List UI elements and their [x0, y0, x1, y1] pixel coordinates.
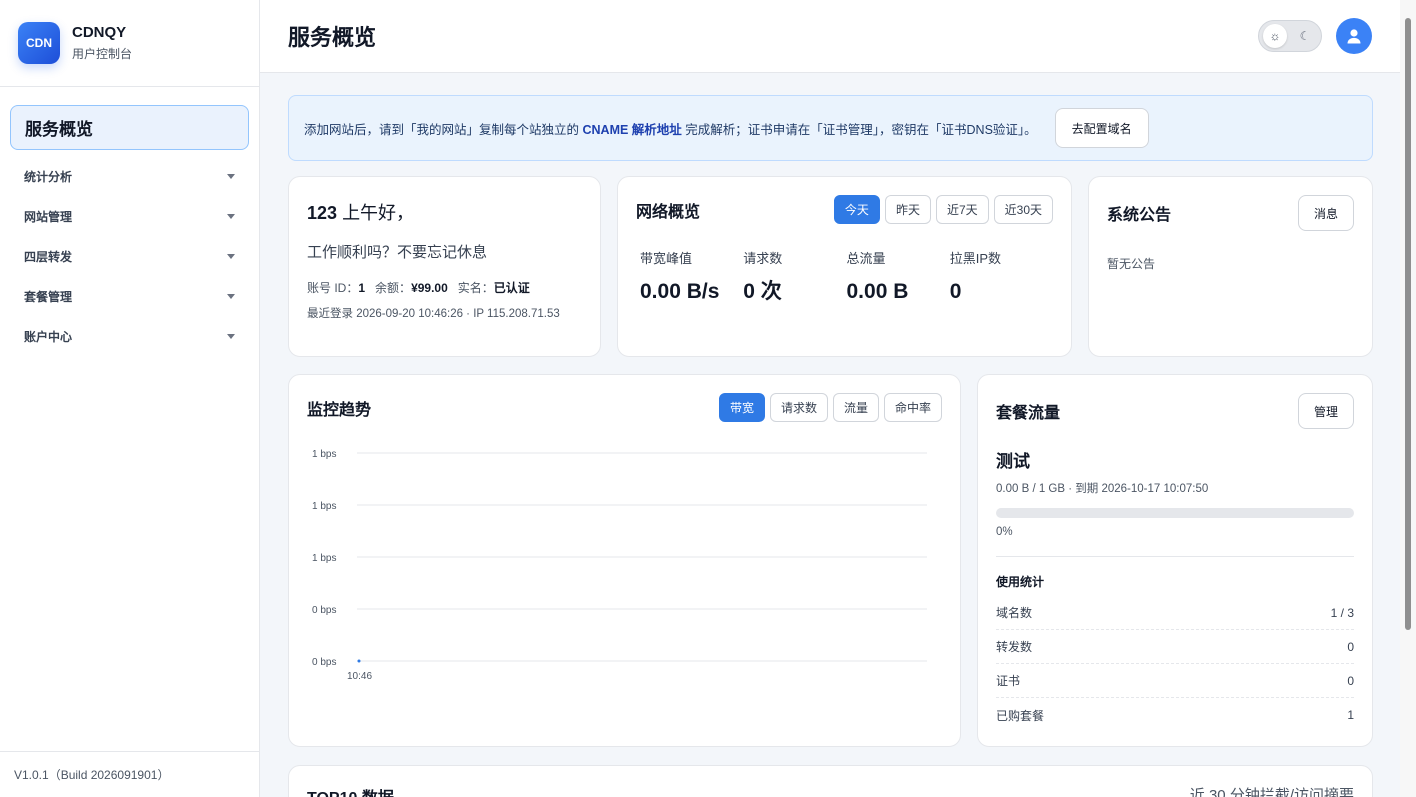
sidebar: CDN CDNQY 用户控制台 服务概览 统计分析 网站管理 四层转发 套餐管理…: [0, 0, 260, 797]
top10-title: TOP10 数据: [307, 784, 394, 797]
sidebar-item-overview[interactable]: 服务概览: [10, 105, 249, 150]
greeting-sub: 工作顺利吗？不要忘记休息: [307, 244, 488, 261]
announcement-card: 系统公告 消息 暂无公告: [1088, 176, 1373, 357]
package-name: 测试: [996, 452, 1030, 471]
sidebar-item-label: 网站管理: [24, 209, 73, 224]
top10-card: TOP10 数据 近 30 分钟拦截/访问摘要: [288, 765, 1373, 797]
sidebar-item-statistics[interactable]: 统计分析: [10, 156, 249, 196]
welcome-card: 123 上午好， 工作顺利吗？不要忘记休息 账号 ID：1 余额：¥99.00 …: [288, 176, 601, 357]
username: 123: [307, 203, 338, 223]
user-icon: [1347, 29, 1361, 44]
stat-requests: 请求数 0 次: [743, 251, 783, 303]
user-avatar[interactable]: [1336, 18, 1372, 54]
tab-7days[interactable]: 近7天: [935, 195, 989, 224]
sidebar-item-l4-forward[interactable]: 四层转发: [10, 236, 249, 276]
caret-down-icon: [227, 213, 235, 219]
package-info: 0.00 B / 1 GB · 到期 2026-10-17 10:07:50: [996, 483, 1209, 495]
usage-row-certs: 证书 0: [996, 664, 1354, 698]
greeting: 123 上午好，: [307, 203, 415, 223]
caret-down-icon: [227, 293, 235, 299]
theme-toggle[interactable]: ☼ ☾: [1258, 20, 1322, 52]
scrollbar-thumb[interactable]: [1405, 18, 1411, 630]
notice-banner: 添加网站后，请到「我的网站」复制每个站独立的 CNAME 解析地址 完成解析；证…: [288, 95, 1373, 161]
caret-down-icon: [227, 253, 235, 259]
brand: CDN CDNQY 用户控制台: [0, 0, 259, 87]
monitor-title: 监控趋势: [307, 401, 372, 419]
monitor-metric-tabs: 带宽 请求数 流量 命中率: [718, 393, 942, 422]
account-info: 账号 ID：1 余额：¥99.00 实名：已认证: [307, 281, 530, 295]
sidebar-item-packages[interactable]: 套餐管理: [10, 276, 249, 316]
network-range-tabs: 今天 昨天 近7天 近30天: [833, 195, 1053, 224]
manage-button[interactable]: 管理: [1298, 393, 1354, 429]
network-overview-card: 网络概览 今天 昨天 近7天 近30天 带宽峰值 0.00 B/s 请求数 0 …: [617, 176, 1072, 357]
sidebar-nav: 服务概览 统计分析 网站管理 四层转发 套餐管理 账户中心: [0, 87, 259, 374]
network-title: 网络概览: [636, 203, 701, 221]
page-title: 服务概览: [288, 25, 377, 50]
y-tick-label: 1 bps: [312, 449, 336, 460]
package-title: 套餐流量: [996, 405, 1061, 422]
top10-subtitle: 近 30 分钟拦截/访问摘要: [1189, 787, 1354, 797]
page-scrollbar[interactable]: [1400, 0, 1416, 797]
usage-title: 使用统计: [996, 575, 1045, 589]
last-login: 最近登录 2026-09-20 10:46:26 · IP 115.208.71…: [307, 308, 560, 320]
sidebar-item-account[interactable]: 账户中心: [10, 316, 249, 356]
monitor-trend-card: 监控趋势 带宽 请求数 流量 命中率 1 bps 1 bps 1 bps 0 bps 0…: [288, 374, 961, 747]
tab-today[interactable]: 今天: [833, 195, 880, 224]
tab-traffic[interactable]: 流量: [832, 393, 879, 422]
progress-percent: 0%: [996, 526, 1013, 538]
tab-30days[interactable]: 近30天: [993, 195, 1053, 224]
x-tick-label: 10:46: [347, 671, 372, 682]
logo[interactable]: CDN: [18, 22, 60, 64]
caret-down-icon: [227, 173, 235, 179]
sidebar-item-label: 套餐管理: [24, 289, 73, 304]
announcement-empty: 暂无公告: [1107, 257, 1156, 271]
notice-highlight: CNAME 解析地址: [582, 122, 682, 137]
notice-text: 添加网站后，请到「我的网站」复制每个站独立的 CNAME 解析地址 完成解析；证…: [304, 122, 1037, 137]
tab-yesterday[interactable]: 昨天: [884, 195, 931, 224]
traffic-progress-bar: [996, 508, 1354, 518]
sidebar-item-label: 四层转发: [24, 249, 73, 264]
usage-row-domains: 域名数 1 / 3: [996, 596, 1354, 630]
version-info: V1.0.1（Build 2026091901）: [0, 751, 259, 797]
y-tick-label: 0 bps: [312, 657, 336, 668]
y-tick-label: 1 bps: [312, 553, 336, 564]
configure-domain-button[interactable]: 去配置域名: [1054, 108, 1149, 148]
trend-chart: 1 bps 1 bps 1 bps 0 bps 0 bps 10:46: [312, 449, 927, 682]
stat-total-traffic: 总流量 0.00 B: [846, 251, 909, 303]
stat-blocked-ips: 拉黑IP数 0: [949, 251, 1002, 303]
messages-button[interactable]: 消息: [1298, 195, 1354, 231]
y-tick-label: 1 bps: [312, 501, 336, 512]
brand-name: CDNQY: [72, 24, 127, 41]
moon-icon[interactable]: ☾: [1293, 24, 1317, 48]
sun-icon[interactable]: ☼: [1263, 24, 1287, 48]
tab-requests[interactable]: 请求数: [769, 393, 828, 422]
announcement-title: 系统公告: [1107, 207, 1172, 224]
stat-bandwidth-peak: 带宽峰值 0.00 B/s: [640, 251, 720, 303]
data-point: [357, 659, 361, 663]
brand-subtitle: 用户控制台: [72, 47, 133, 61]
package-traffic-card: 套餐流量 管理 测试 0.00 B / 1 GB · 到期 2026-10-17…: [977, 374, 1373, 747]
tab-bandwidth[interactable]: 带宽: [718, 393, 765, 422]
sidebar-item-websites[interactable]: 网站管理: [10, 196, 249, 236]
top-header: 服务概览 ☼ ☾: [260, 0, 1400, 73]
usage-row-forwards: 转发数 0: [996, 630, 1354, 664]
sidebar-item-label: 统计分析: [24, 169, 73, 184]
y-tick-label: 0 bps: [312, 605, 336, 616]
caret-down-icon: [227, 333, 235, 339]
divider: [996, 556, 1354, 557]
usage-row-packages: 已购套餐 1: [996, 708, 1354, 723]
sidebar-item-label: 账户中心: [24, 329, 73, 344]
tab-hit-rate[interactable]: 命中率: [883, 393, 942, 422]
